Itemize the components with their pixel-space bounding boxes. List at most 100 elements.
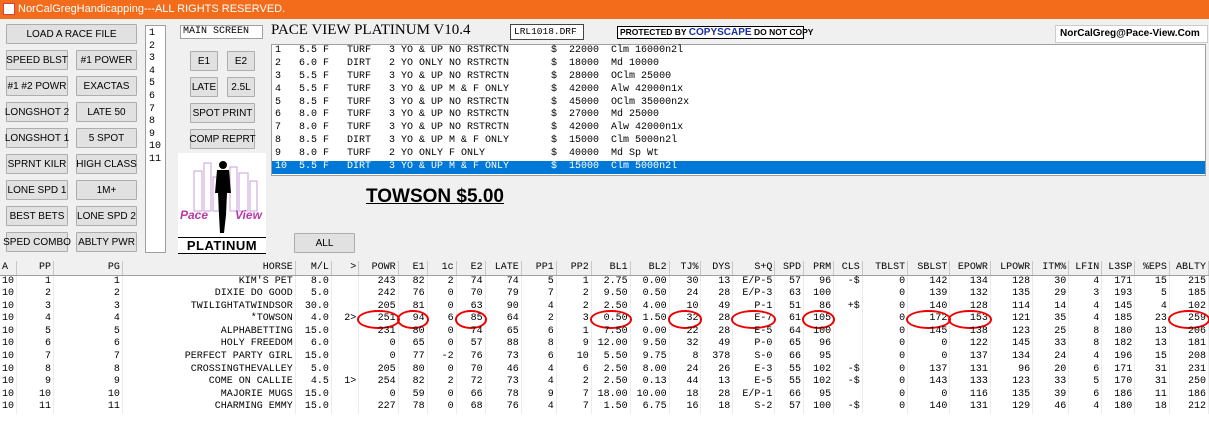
column-header[interactable]: PP1 bbox=[521, 261, 557, 276]
five-spot-button[interactable]: 5 SPOT bbox=[76, 128, 137, 148]
grid-cell: 7 bbox=[521, 288, 557, 301]
all-button[interactable]: ALL bbox=[294, 233, 355, 253]
race-list-item[interactable]: 9 8.0 F TURF 2 YO ONLY F ONLY $ 40000 Md… bbox=[272, 148, 1205, 161]
column-header[interactable]: E1 bbox=[398, 261, 428, 276]
one-mile-plus-button[interactable]: 1M+ bbox=[76, 180, 137, 200]
race-list-item[interactable]: 8 8.5 F DIRT 3 YO & UP M & F ONLY $ 1500… bbox=[272, 135, 1205, 148]
column-header[interactable]: LPOWR bbox=[990, 261, 1034, 276]
horse-row[interactable]: 10 2 2 DIXIE DO GOOD 5.0 242 76 0 70 79 7 2 9.50 0.50… bbox=[0, 288, 1209, 301]
column-header[interactable]: > bbox=[331, 261, 360, 276]
best-bets-button[interactable]: BEST BETS bbox=[6, 206, 68, 226]
grid-cell bbox=[833, 288, 863, 301]
e1-button[interactable]: E1 bbox=[190, 51, 218, 71]
power-1-2-button[interactable]: #1 #2 POWR bbox=[6, 76, 68, 96]
two-point-five-l-button[interactable]: 2.5L bbox=[227, 77, 255, 97]
speed-combo-button[interactable]: SPED COMBO bbox=[3, 232, 71, 252]
column-header[interactable]: S+Q bbox=[732, 261, 776, 276]
horse-row[interactable]: 10 4 4 *TOWSON 4.0 2> 251 94 6 85 64 2 3 0.50 1.50 32 28… bbox=[0, 310, 1209, 329]
column-header[interactable]: LFIN bbox=[1068, 261, 1103, 276]
horse-row[interactable]: 10 9 9 COME ON CALLIE 4.5 1> 254 82 2 72 73 4 2 2.50 0… bbox=[0, 376, 1209, 389]
spot-print-button[interactable]: SPOT PRINT bbox=[190, 103, 255, 123]
column-header[interactable]: TJ% bbox=[669, 261, 702, 276]
horse-row[interactable]: 10 8 8 CROSSINGTHEVALLEY 5.0 205 80 0 70 46 4 6 2.50… bbox=[0, 363, 1209, 377]
race-number-item[interactable]: 7 bbox=[149, 104, 165, 117]
column-header[interactable]: DYS bbox=[700, 261, 734, 276]
race-number-item[interactable]: 9 bbox=[149, 129, 165, 142]
race-number-item[interactable]: 3 bbox=[149, 53, 165, 66]
grid-cell: S-0 bbox=[732, 351, 776, 364]
column-header[interactable]: SBLST bbox=[907, 261, 951, 276]
column-header[interactable]: ITM% bbox=[1032, 261, 1070, 276]
race-list-item[interactable]: 1 5.5 F TURF 3 YO & UP NO RSTRCTN $ 2200… bbox=[272, 45, 1205, 58]
horse-row[interactable]: 10 5 5 ALPHABETTING 15.0 231 80 0 74 65 6 1 7.50 0.00… bbox=[0, 325, 1209, 339]
race-number-item[interactable]: 8 bbox=[149, 116, 165, 129]
late-50-button[interactable]: LATE 50 bbox=[76, 102, 137, 122]
speed-blst-button[interactable]: SPEED BLST bbox=[6, 50, 68, 70]
grid-cell: E/P-3 bbox=[732, 288, 776, 301]
ability-power-button[interactable]: ABLTY PWR bbox=[76, 232, 137, 252]
horse-data-grid[interactable]: A PP PG HORSE M/L > POWR E1 1c E2 LATE PP1 PP2 BL1 BL2… bbox=[0, 261, 1209, 448]
race-list-item[interactable]: 2 6.0 F DIRT 2 YO ONLY NO RSTRCTN $ 1800… bbox=[272, 58, 1205, 71]
race-number-item[interactable]: 6 bbox=[149, 91, 165, 104]
race-list-item-selected[interactable]: 10 5.5 F DIRT 3 YO & UP M & F ONLY $ 150… bbox=[272, 161, 1205, 174]
title-bar: NorCalGregHandicapping---ALL RIGHTS RESE… bbox=[0, 0, 1209, 19]
grid-cell: 8 bbox=[1068, 338, 1103, 352]
load-race-file-button[interactable]: LOAD A RACE FILE bbox=[6, 24, 137, 44]
race-number-item[interactable]: 4 bbox=[149, 66, 165, 79]
grid-cell: 96 bbox=[803, 338, 835, 352]
grid-cell: 114 bbox=[990, 300, 1034, 314]
longshot-1-button[interactable]: LONGSHOT 1 bbox=[5, 128, 69, 148]
horse-row[interactable]: 10 3 3 TWILIGHTATWINDSOR 30.0 205 81 0 63 90 4 2 2.5… bbox=[0, 300, 1209, 314]
column-header[interactable]: ABLTY bbox=[1169, 261, 1209, 276]
race-number-item[interactable]: 1 bbox=[149, 28, 165, 41]
column-header[interactable]: SPD bbox=[774, 261, 804, 276]
column-header[interactable]: %EPS bbox=[1134, 261, 1170, 276]
race-number-item[interactable]: 2 bbox=[149, 41, 165, 54]
column-header[interactable]: HORSE bbox=[122, 261, 296, 276]
race-list-item[interactable]: 5 8.5 F TURF 3 YO & UP NO RSTRCTN $ 4500… bbox=[272, 97, 1205, 110]
horse-row[interactable]: 10 6 6 HOLY FREEDOM 6.0 0 65 0 57 88 8 9 12.00 9.50 32… bbox=[0, 338, 1209, 352]
grid-cell bbox=[331, 325, 360, 339]
column-header[interactable]: PP2 bbox=[556, 261, 592, 276]
column-header[interactable]: E2 bbox=[456, 261, 486, 276]
column-header[interactable]: L3SP bbox=[1101, 261, 1136, 276]
power-1-button[interactable]: #1 POWER bbox=[76, 50, 137, 70]
column-header[interactable]: M/L bbox=[295, 261, 332, 276]
horse-data-table[interactable]: A PP PG HORSE M/L > POWR E1 1c E2 LATE PP1 PP2 BL1 BL2… bbox=[0, 261, 1209, 415]
column-header[interactable]: POWR bbox=[358, 261, 399, 276]
column-header[interactable]: PRM bbox=[803, 261, 835, 276]
column-header[interactable]: TBLST bbox=[862, 261, 909, 276]
column-header[interactable]: BL2 bbox=[630, 261, 670, 276]
race-list[interactable]: 1 5.5 F TURF 3 YO & UP NO RSTRCTN $ 2200… bbox=[271, 44, 1206, 176]
sprint-killer-button[interactable]: SPRNT KILR bbox=[6, 154, 68, 174]
column-header[interactable]: BL1 bbox=[591, 261, 631, 276]
column-header[interactable]: PG bbox=[53, 261, 123, 276]
race-number-list[interactable]: 1 2 3 4 5 6 7 8 9 10 11 bbox=[145, 25, 166, 253]
column-header[interactable]: PP bbox=[16, 261, 54, 276]
late-button[interactable]: LATE bbox=[190, 77, 218, 97]
race-number-item[interactable]: 11 bbox=[149, 154, 165, 167]
longshot-2-button[interactable]: LONGSHOT 2 bbox=[5, 102, 69, 122]
grid-cell: 123 bbox=[990, 325, 1034, 339]
race-list-item[interactable]: 6 8.0 F TURF 3 YO & UP NO RSTRCTN $ 2700… bbox=[272, 109, 1205, 122]
race-number-item[interactable]: 5 bbox=[149, 78, 165, 91]
horse-row[interactable]: 10 11 11 CHARMING EMMY 15.0 227 78 0 68 76 4 7 1.50 6… bbox=[0, 401, 1209, 415]
race-number-item[interactable]: 10 bbox=[149, 141, 165, 154]
column-header[interactable]: EPOWR bbox=[949, 261, 991, 276]
column-header[interactable]: A bbox=[0, 261, 18, 276]
column-header[interactable]: LATE bbox=[485, 261, 522, 276]
exactas-button[interactable]: EXACTAS bbox=[76, 76, 137, 96]
comp-report-button[interactable]: COMP REPRT bbox=[189, 129, 256, 149]
race-list-item[interactable]: 7 8.0 F TURF 3 YO & UP NO RSTRCTN $ 4200… bbox=[272, 122, 1205, 135]
column-header[interactable]: 1c bbox=[427, 261, 457, 276]
lone-speed-2-button[interactable]: LONE SPD 2 bbox=[76, 206, 137, 226]
race-list-item[interactable]: 3 5.5 F TURF 3 YO & UP NO RSTRCTN $ 2800… bbox=[272, 71, 1205, 84]
lone-speed-1-button[interactable]: LONE SPD 1 bbox=[6, 180, 68, 200]
high-class-button[interactable]: HIGH CLASS bbox=[76, 154, 137, 174]
horse-row[interactable]: 10 10 10 MAJORIE MUGS 15.0 0 59 0 66 78 9 7 18.00 10.… bbox=[0, 388, 1209, 402]
horse-row[interactable]: 10 1 1 KIM'S PET 8.0 243 82 2 74 74 5 1 2.75 0.00 30 13… bbox=[0, 275, 1209, 289]
race-list-item[interactable]: 4 5.5 F TURF 3 YO & UP M & F ONLY $ 4200… bbox=[272, 84, 1205, 97]
e2-button[interactable]: E2 bbox=[227, 51, 255, 71]
horse-row[interactable]: 10 7 7 PERFECT PARTY GIRL 15.0 0 77 -2 76 73 6 10 5.… bbox=[0, 351, 1209, 364]
column-header[interactable]: CLS bbox=[833, 261, 863, 276]
